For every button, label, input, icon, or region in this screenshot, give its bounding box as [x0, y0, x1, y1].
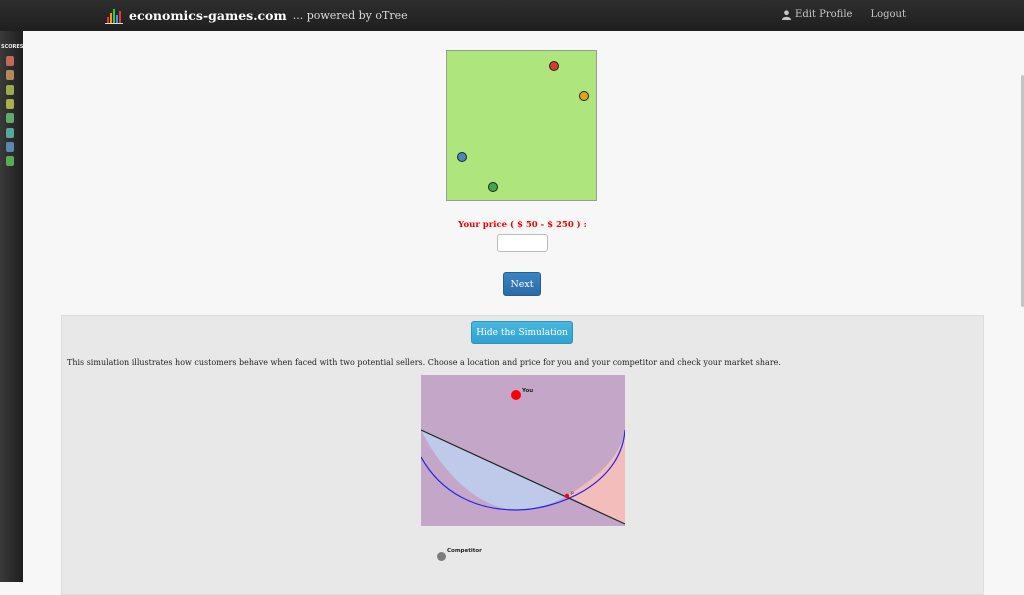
score-chip[interactable]: [6, 84, 14, 95]
logout-link[interactable]: Logout: [870, 9, 906, 20]
competitor-label: Competitor: [447, 548, 482, 554]
price-input[interactable]: [497, 234, 548, 252]
scores-sidebar: SCORES: [0, 31, 23, 582]
simulation-description: This simulation illustrates how customer…: [67, 358, 781, 367]
brand-tagline: ... powered by oTree: [292, 8, 408, 22]
top-navbar: economics-games.com ... powered by oTree…: [0, 0, 1024, 31]
edit-profile-label: Edit Profile: [795, 9, 853, 20]
brand[interactable]: economics-games.com ... powered by oTree: [105, 5, 408, 25]
logo-icon: [105, 6, 125, 24]
market-field[interactable]: [446, 50, 597, 201]
you-label: You: [521, 388, 533, 394]
seller-dot-green: [488, 182, 498, 192]
competitor-dot[interactable]: [437, 552, 446, 561]
score-chip[interactable]: [6, 113, 14, 124]
scores-label: SCORES: [1, 44, 24, 50]
score-chip[interactable]: [6, 141, 14, 152]
seller-dot-blue: [457, 152, 467, 162]
seller-dot-orange: [579, 91, 589, 101]
score-chip[interactable]: [6, 127, 14, 138]
next-button[interactable]: Next: [503, 272, 541, 296]
score-chip[interactable]: [6, 156, 14, 167]
price-label: Your price ( $ 50 - $ 250 ) :: [458, 220, 587, 230]
you-dot: [511, 390, 521, 400]
edit-profile-link[interactable]: Edit Profile: [782, 9, 852, 20]
svg-text:p: p: [571, 491, 574, 496]
user-nav: Edit Profile Logout: [782, 9, 906, 20]
intersection-dot: [564, 493, 570, 499]
hide-simulation-button[interactable]: Hide the Simulation: [471, 321, 573, 344]
brand-name[interactable]: economics-games.com: [129, 8, 287, 23]
score-chip[interactable]: [6, 98, 14, 109]
seller-dot-red: [549, 61, 559, 71]
user-icon: [782, 9, 792, 20]
score-chip[interactable]: [6, 56, 14, 66]
score-chip[interactable]: [6, 70, 14, 81]
market-simulation-canvas[interactable]: p You: [421, 375, 625, 526]
